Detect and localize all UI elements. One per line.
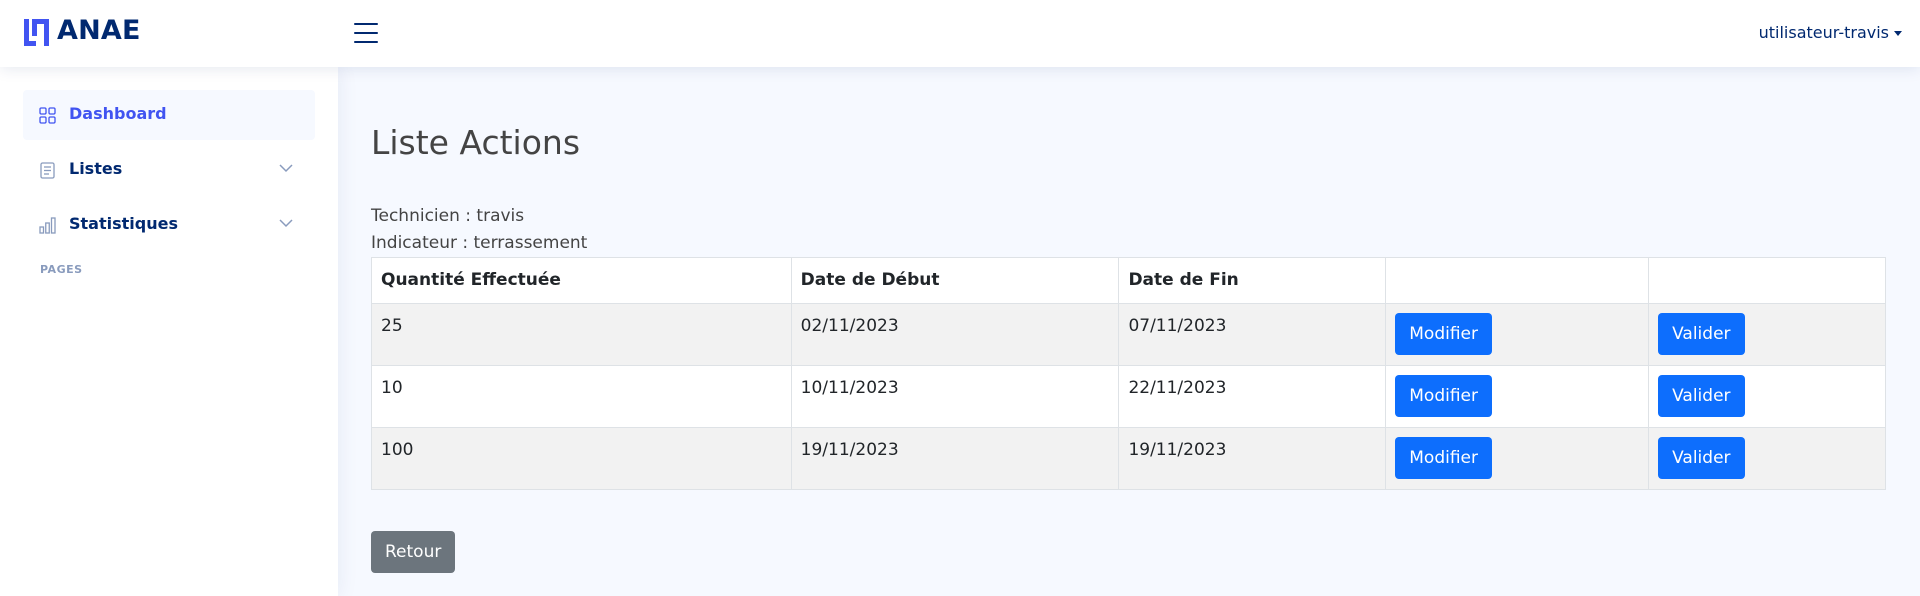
- column-header: Date de Début: [790, 257, 1120, 304]
- table-row: 10 10/11/2023 22/11/2023 Modifier Valide…: [371, 365, 1886, 428]
- date-debut-cell: 19/11/2023: [790, 427, 1120, 490]
- column-header: [1385, 257, 1650, 304]
- column-header: Date de Fin: [1118, 257, 1387, 304]
- caret-down-icon: [1894, 31, 1902, 36]
- date-fin-cell: 07/11/2023: [1118, 303, 1387, 366]
- modifier-button[interactable]: Modifier: [1395, 313, 1493, 355]
- modifier-cell: Modifier: [1385, 303, 1650, 366]
- table-header-row: Quantité Effectuée Date de Début Date de…: [371, 257, 1886, 304]
- sidebar: Dashboard Listes Statistiques PAGES: [0, 67, 338, 596]
- user-name: utilisateur-travis: [1758, 23, 1889, 42]
- modifier-button[interactable]: Modifier: [1395, 437, 1493, 479]
- quantite-cell: 10: [371, 365, 792, 428]
- sidebar-item-listes[interactable]: Listes: [23, 145, 315, 195]
- valider-button[interactable]: Valider: [1658, 375, 1745, 417]
- grid-icon: [39, 107, 56, 124]
- date-fin-cell: 22/11/2023: [1118, 365, 1387, 428]
- bar-chart-icon: [39, 217, 56, 234]
- date-debut-cell: 02/11/2023: [790, 303, 1120, 366]
- main-content: Liste Actions Technicien : travis Indica…: [338, 67, 1920, 596]
- quantite-cell: 25: [371, 303, 792, 366]
- user-dropdown[interactable]: utilisateur-travis: [1759, 23, 1902, 42]
- page-title: Liste Actions: [371, 123, 581, 162]
- sidebar-item-statistiques[interactable]: Statistiques: [23, 200, 315, 250]
- sidebar-item-label: Dashboard: [69, 104, 167, 123]
- sidebar-item-label: Statistiques: [69, 214, 178, 233]
- valider-button[interactable]: Valider: [1658, 437, 1745, 479]
- sidebar-item-dashboard[interactable]: Dashboard: [23, 90, 315, 140]
- sidebar-item-label: Listes: [69, 159, 123, 178]
- chevron-down-icon: [279, 164, 293, 173]
- quantite-cell: 100: [371, 427, 792, 490]
- valider-button[interactable]: Valider: [1658, 313, 1745, 355]
- column-header: Quantité Effectuée: [371, 257, 792, 304]
- brand-name: ANAE: [57, 15, 141, 46]
- column-header: [1648, 257, 1886, 304]
- modifier-button[interactable]: Modifier: [1395, 375, 1493, 417]
- list-icon: [40, 162, 55, 179]
- indicateur-info: Indicateur : terrassement: [371, 233, 588, 253]
- date-fin-cell: 19/11/2023: [1118, 427, 1387, 490]
- valider-cell: Valider: [1648, 365, 1886, 428]
- table-row: 25 02/11/2023 07/11/2023 Modifier Valide…: [371, 303, 1886, 366]
- modifier-cell: Modifier: [1385, 427, 1650, 490]
- logo[interactable]: ANAE: [22, 16, 141, 46]
- actions-table: Quantité Effectuée Date de Début Date de…: [371, 257, 1886, 490]
- toggle-sidebar-button[interactable]: [352, 20, 380, 46]
- valider-cell: Valider: [1648, 303, 1886, 366]
- chevron-down-icon: [279, 219, 293, 228]
- date-debut-cell: 10/11/2023: [790, 365, 1120, 428]
- table-row: 100 19/11/2023 19/11/2023 Modifier Valid…: [371, 427, 1886, 490]
- valider-cell: Valider: [1648, 427, 1886, 490]
- modifier-cell: Modifier: [1385, 365, 1650, 428]
- technicien-info: Technicien : travis: [371, 206, 525, 226]
- top-header: ANAE utilisateur-travis: [0, 0, 1920, 67]
- retour-button[interactable]: Retour: [371, 531, 456, 573]
- sidebar-heading: PAGES: [40, 263, 83, 276]
- logo-icon: [24, 19, 49, 46]
